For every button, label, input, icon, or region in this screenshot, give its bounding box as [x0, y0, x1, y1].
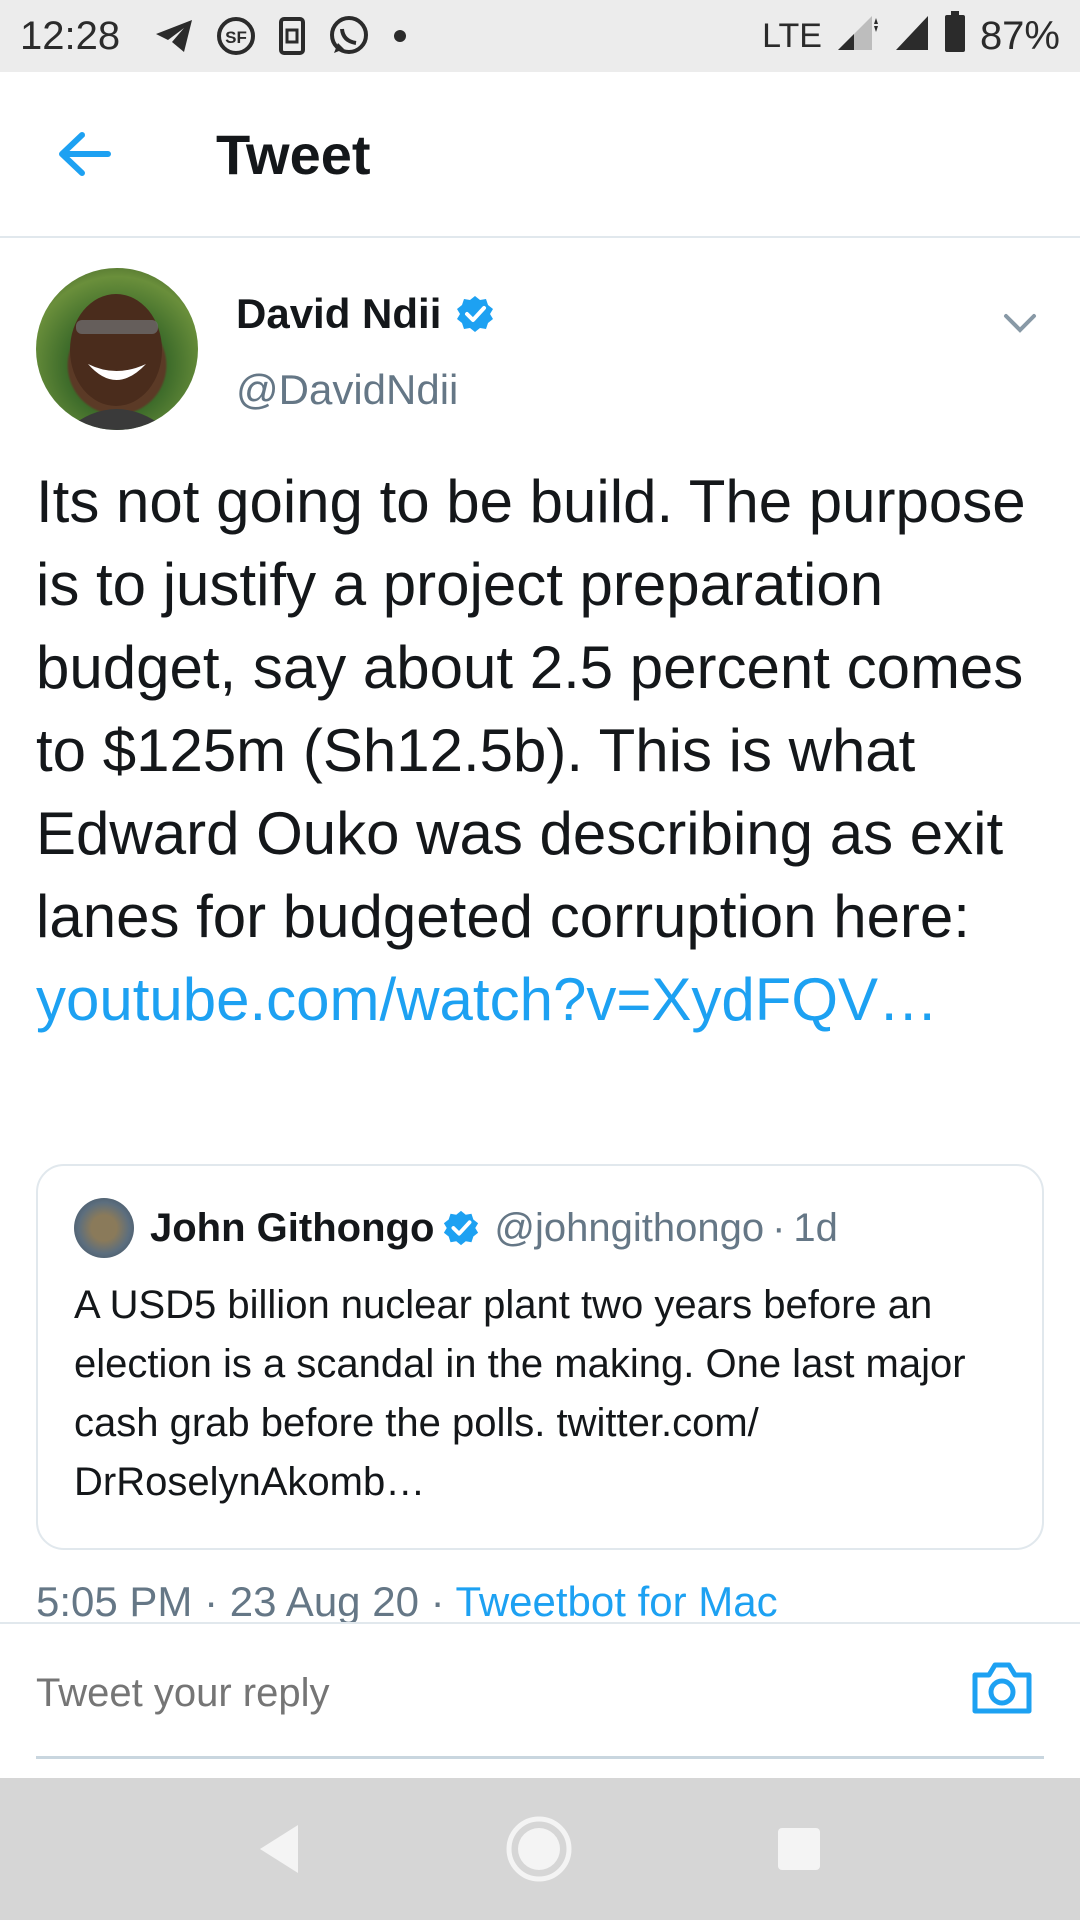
tweet-meta: 5:05 PM · 23 Aug 20 · Tweetbot for Mac [36, 1578, 778, 1622]
recents-square-icon [778, 1828, 820, 1870]
quoted-tweet-header: John Githongo @johngithongo · 1d [74, 1196, 1012, 1260]
back-button[interactable] [34, 104, 134, 204]
avatar[interactable] [36, 268, 198, 430]
camera-icon [972, 1662, 1032, 1714]
reply-input[interactable] [36, 1658, 836, 1728]
author-name[interactable]: David Ndii [236, 290, 495, 338]
news-icon: SF [216, 16, 256, 56]
telegram-icon [154, 18, 194, 54]
notification-icons: SF [154, 15, 408, 57]
tweet-timestamp: 5:05 PM · 23 Aug 20 · [36, 1578, 456, 1622]
reply-underline [36, 1756, 1044, 1759]
verified-badge-icon [455, 294, 495, 334]
author-name-text: David Ndii [236, 290, 442, 337]
page-title: Tweet [216, 122, 371, 186]
signal-icon [894, 12, 930, 61]
battery-icon [944, 10, 966, 62]
author-row: David Ndii @DavidNdii [36, 254, 1050, 430]
battery-percent: 87% [979, 13, 1060, 58]
nav-home-button[interactable] [504, 1814, 574, 1884]
svg-text:SF: SF [225, 28, 247, 47]
quoted-tweet-text: A USD5 billion nuclear plant two years b… [74, 1283, 966, 1504]
arrow-left-icon [59, 132, 111, 176]
status-bar: 12:28 SF LTE 87% [0, 0, 1080, 72]
status-time: 12:28 [20, 13, 121, 58]
back-triangle-icon [260, 1825, 298, 1873]
whatsapp-icon [328, 15, 370, 57]
camera-button[interactable] [964, 1650, 1040, 1726]
author-handle[interactable]: @DavidNdii [236, 366, 458, 414]
home-circle-icon [506, 1816, 572, 1882]
tweet-source-link[interactable]: Tweetbot for Mac [456, 1578, 778, 1622]
tweet: David Ndii @DavidNdii Its not going to b… [0, 240, 1080, 1622]
quoted-avatar [74, 1198, 134, 1258]
more-options-button[interactable] [990, 294, 1050, 354]
dot-icon [392, 28, 408, 44]
tweet-text: Its not going to be build. The purpose i… [36, 460, 1056, 1041]
nav-recents-button[interactable] [764, 1814, 834, 1884]
quoted-author-name: John Githongo [150, 1205, 435, 1250]
quoted-age: 1d [793, 1205, 838, 1250]
navigation-bar [0, 1778, 1080, 1920]
sim-icon [278, 16, 306, 56]
quoted-separator: · [772, 1205, 786, 1250]
quoted-author-handle: @johngithongo [494, 1205, 765, 1250]
nav-back-button[interactable] [244, 1814, 314, 1884]
chevron-down-icon [1004, 314, 1036, 333]
tweet-body: Its not going to be build. The purpose i… [36, 468, 1026, 950]
reply-bar [0, 1622, 1080, 1778]
signal-lte-icon [836, 12, 880, 61]
avatar-image [66, 294, 168, 430]
status-right: LTE 87% [762, 10, 1060, 62]
header: Tweet [0, 72, 1080, 238]
tweet-link[interactable]: youtube.com/watch?v=XydFQV… [36, 958, 1056, 1041]
quoted-tweet[interactable]: John Githongo @johngithongo · 1d A USD5 … [36, 1164, 1044, 1550]
network-type: LTE [762, 16, 822, 55]
quoted-verified-badge-icon [442, 1209, 480, 1247]
